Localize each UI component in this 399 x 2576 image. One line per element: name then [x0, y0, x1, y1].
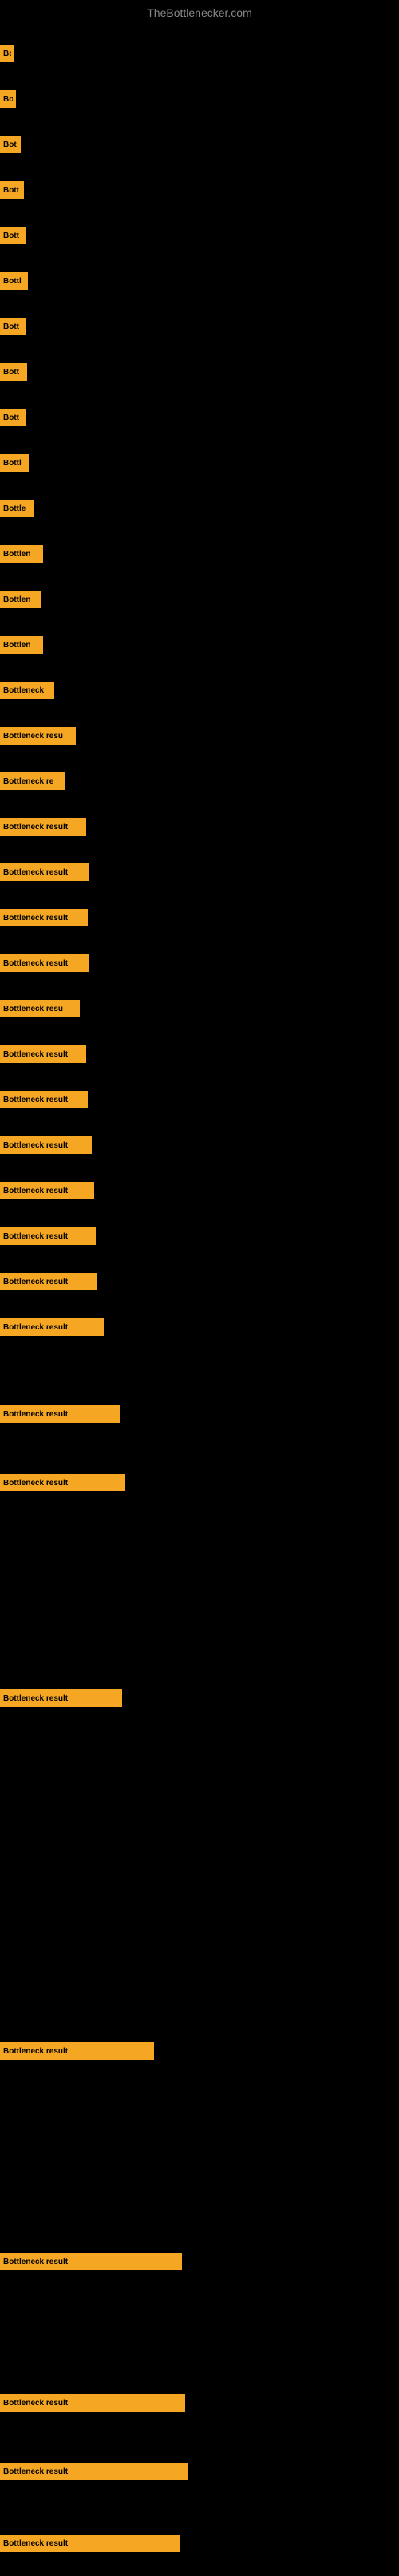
bar-label: Bottleneck result: [3, 1278, 68, 1286]
bar-label: Bottleneck result: [3, 1187, 68, 1195]
bar-label: Bottleneck result: [3, 1479, 68, 1488]
bar-item: Bottleneck result: [0, 818, 86, 836]
bar-item: Bottleneck re: [0, 772, 65, 790]
site-title: TheBottlenecker.com: [0, 0, 399, 22]
bar-label: Bottleneck result: [3, 823, 68, 832]
bar-item: Bottleneck result: [0, 954, 89, 972]
bar-label: Bott: [3, 368, 19, 377]
bar-label: Bottl: [3, 277, 22, 286]
bar-item: Bot: [0, 136, 21, 153]
bar-item: Bottlen: [0, 545, 43, 563]
bar-item: Bottleneck resu: [0, 1000, 80, 1017]
bar-label: Bottleneck result: [3, 1323, 68, 1332]
bar-label: Bottleneck result: [3, 1050, 68, 1059]
bar-item: Bottleneck: [0, 682, 54, 699]
bar-item: Bottleneck result: [0, 2394, 185, 2412]
bar-label: Bot: [3, 140, 17, 149]
bar-item: Bottl: [0, 272, 28, 290]
bar-item: Bottleneck result: [0, 1689, 122, 1707]
bar-item: Bottlen: [0, 591, 41, 608]
bar-item: Bottleneck result: [0, 909, 88, 926]
bar-item: Bo: [0, 45, 14, 62]
bar-item: Bottleneck result: [0, 863, 89, 881]
bar-label: Bottleneck resu: [3, 732, 63, 741]
bar-item: Bott: [0, 318, 26, 335]
bar-item: Bo: [0, 90, 16, 108]
bar-label: Bo: [3, 95, 13, 104]
bar-label: Bottleneck result: [3, 2047, 68, 2056]
bar-item: Bottleneck result: [0, 1405, 120, 1423]
bar-label: Bott: [3, 413, 19, 422]
bar-label: Bottleneck result: [3, 1141, 68, 1150]
bar-item: Bottleneck result: [0, 1091, 88, 1108]
bar-item: Bottleneck result: [0, 2463, 188, 2480]
bar-item: Bottl: [0, 454, 29, 472]
bar-label: Bottleneck result: [3, 2539, 68, 2548]
bar-item: Bott: [0, 363, 27, 381]
bar-label: Bottlen: [3, 595, 30, 604]
bar-label: Bott: [3, 322, 19, 331]
bar-label: Bottleneck result: [3, 1096, 68, 1104]
bar-item: Bottleneck result: [0, 1227, 96, 1245]
bar-item: Bottle: [0, 500, 34, 517]
bar-label: Bottleneck: [3, 686, 44, 695]
bar-item: Bottleneck result: [0, 1182, 94, 1199]
bar-label: Bottleneck result: [3, 2258, 68, 2266]
bar-label: Bottleneck resu: [3, 1005, 63, 1013]
bar-item: Bottleneck result: [0, 1045, 86, 1063]
bar-label: Bott: [3, 231, 19, 240]
bar-label: Bottl: [3, 459, 22, 468]
bar-item: Bottleneck resu: [0, 727, 76, 745]
bar-label: Bottleneck result: [3, 2467, 68, 2476]
bar-label: Bott: [3, 186, 19, 195]
bar-item: Bottleneck result: [0, 2042, 154, 2060]
bar-label: Bottlen: [3, 550, 30, 559]
bar-label: Bottlen: [3, 641, 30, 650]
bar-item: Bottleneck result: [0, 2253, 182, 2270]
bar-item: Bottleneck result: [0, 1273, 97, 1290]
bar-label: Bottleneck result: [3, 914, 68, 923]
bar-item: Bottleneck result: [0, 2535, 180, 2552]
bar-label: Bottleneck re: [3, 777, 53, 786]
bar-item: Bottleneck result: [0, 1474, 125, 1491]
bar-item: Bottleneck result: [0, 1136, 92, 1154]
bar-item: Bott: [0, 181, 24, 199]
bar-item: Bott: [0, 409, 26, 426]
bar-label: Bottleneck result: [3, 868, 68, 877]
bar-item: Bott: [0, 227, 26, 244]
bar-item: Bottlen: [0, 636, 43, 654]
bar-item: Bottleneck result: [0, 1318, 104, 1336]
bar-label: Bottleneck result: [3, 1232, 68, 1241]
bar-label: Bottleneck result: [3, 1410, 68, 1419]
bar-label: Bottleneck result: [3, 1694, 68, 1703]
bar-label: Bottle: [3, 504, 26, 513]
bar-label: Bo: [3, 49, 11, 58]
bar-label: Bottleneck result: [3, 2399, 68, 2408]
bar-label: Bottleneck result: [3, 959, 68, 968]
